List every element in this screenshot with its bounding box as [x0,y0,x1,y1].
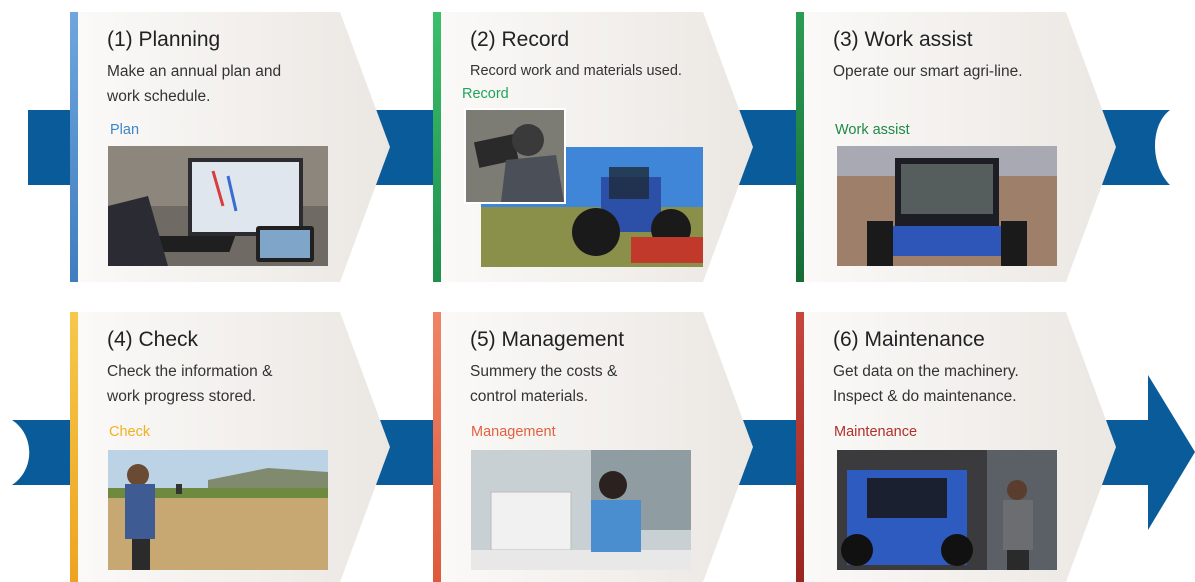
step-title: (6) Maintenance [833,328,985,351]
step-description-line: Make an annual plan and [107,63,282,80]
step-card-planning: (1) Planning Make an annual plan and wor… [70,12,400,282]
step-description-line: Operate our smart agri-line. [833,63,1023,80]
step-description: Make an annual plan and work schedule. [107,59,281,109]
step-card-maintenance: (6) Maintenance Get data on the machiner… [796,312,1126,582]
step-description-line: control materials. [470,388,589,405]
step-tag: Maintenance [834,424,918,440]
step-title: (3) Work assist [833,28,973,51]
step-color-stripe [796,312,804,582]
step-description-line: Record work and materials used. [470,63,682,79]
step-description-line: Inspect & do maintenance. [833,388,1017,405]
step-card-work-assist: (3) Work assist Operate our smart agri-l… [796,12,1126,282]
step-card-management: (5) Management Summery the costs & contr… [433,312,763,582]
tractor-tablet-photo [464,108,566,204]
step-description-line: Check the information & [107,363,273,380]
farmer-field-photo [108,450,328,570]
step-description: Summery the costs & control materials. [470,359,617,409]
step-color-stripe [433,12,441,282]
step-tag: Work assist [835,122,910,138]
step-description: Get data on the machinery. Inspect & do … [833,359,1019,409]
office-computer-photo [108,146,328,266]
step-description-line: work schedule. [107,88,211,105]
step-description: Operate our smart agri-line. [833,59,1023,84]
step-tag: Plan [110,122,140,138]
tractor-field-photo [837,146,1057,266]
step-color-stripe [70,312,78,582]
step-card-record: (2) Record Record work and materials use… [433,12,763,282]
step-color-stripe [796,12,804,282]
step-tag: Check [109,424,151,440]
step-card-check: (4) Check Check the information & work p… [70,312,400,582]
step-color-stripe [70,12,78,282]
step-title: (5) Management [470,328,625,351]
step-title: (2) Record [470,28,570,51]
step-description: Record work and materials used. [470,59,682,84]
step-title: (1) Planning [107,28,221,51]
step-description-line: Get data on the machinery. [833,363,1019,380]
step-tag: Management [471,424,556,440]
step-color-stripe [433,312,441,582]
garage-tractor-photo [837,450,1057,570]
step-description-line: work progress stored. [107,388,257,405]
step-description: Check the information & work progress st… [107,359,272,409]
step-description-line: Summery the costs & [470,363,618,380]
step-title: (4) Check [107,328,199,351]
office-desk-photo [471,450,691,570]
step-tag: Record [462,86,509,102]
